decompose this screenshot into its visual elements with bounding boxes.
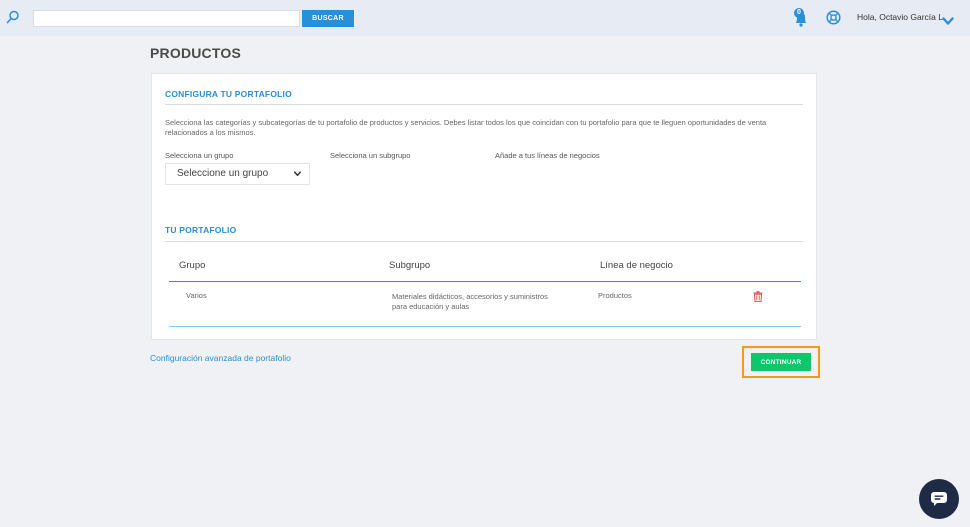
subgroup-label: Selecciona un subgrupo	[330, 151, 411, 160]
portfolio-section-title: TU PORTAFOLIO	[165, 225, 237, 235]
notification-count-badge: 0	[794, 8, 804, 18]
row-grupo: Varios	[186, 291, 207, 300]
user-menu-greeting[interactable]: Hola, Octavio García L	[857, 12, 943, 22]
notifications-button[interactable]: 0	[792, 8, 810, 28]
chevron-down-icon[interactable]	[942, 13, 954, 25]
chat-button[interactable]	[919, 479, 959, 519]
row-subgrupo-cont: para educación y aulas	[392, 302, 470, 311]
divider	[165, 241, 803, 242]
table-header-divider	[169, 281, 801, 282]
chevron-down-icon	[294, 171, 301, 177]
group-label: Selecciona un grupo	[165, 151, 234, 160]
divider	[165, 104, 803, 105]
search-icon[interactable]	[6, 10, 20, 24]
trash-icon[interactable]	[753, 289, 763, 303]
column-header-subgrupo: Subgrupo	[389, 260, 431, 271]
continue-highlight: CONTINUAR	[742, 346, 820, 378]
row-linea-negocio: Productos	[598, 291, 632, 300]
column-header-grupo: Grupo	[179, 260, 206, 271]
top-bar: BUSCAR 0 Hola, Octavio García L	[0, 0, 970, 36]
config-description: Selecciona las categorías y subcategoría…	[165, 118, 767, 137]
group-select[interactable]: Seleccione un grupo	[165, 163, 310, 185]
portfolio-card: CONFIGURA TU PORTAFOLIO Selecciona las c…	[151, 73, 817, 340]
continue-button[interactable]: CONTINUAR	[751, 353, 811, 371]
search-input[interactable]	[33, 10, 300, 27]
column-header-linea-negocio: Línea de negocio	[600, 260, 673, 271]
chat-icon	[931, 492, 947, 506]
table-bottom-divider	[169, 326, 801, 327]
config-section-title: CONFIGURA TU PORTAFOLIO	[165, 89, 292, 99]
group-select-value: Seleccione un grupo	[177, 168, 269, 179]
page-title: PRODUCTOS	[150, 45, 241, 61]
help-icon[interactable]	[826, 10, 841, 25]
business-line-label: Añade a tus líneas de negocios	[495, 151, 600, 160]
search-button[interactable]: BUSCAR	[302, 10, 354, 27]
advanced-portfolio-link[interactable]: Configuración avanzada de portafolio	[150, 353, 291, 363]
row-subgrupo: Materiales didácticos, accesorios y sumi…	[392, 292, 548, 301]
